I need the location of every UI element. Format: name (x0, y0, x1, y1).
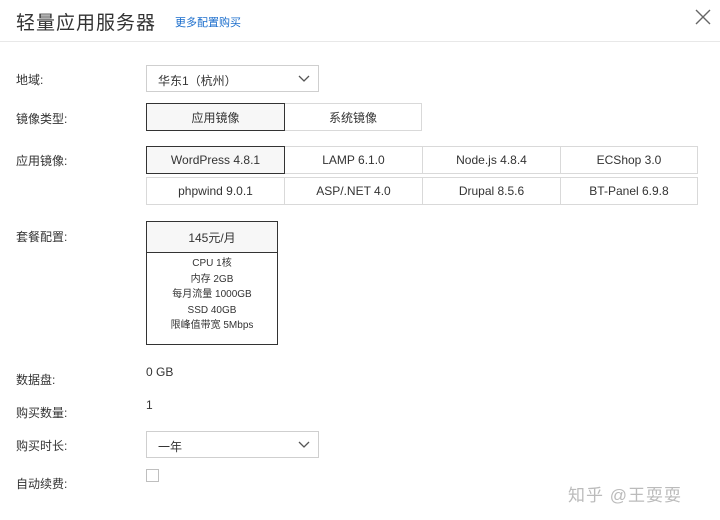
dialog-header: 轻量应用服务器 更多配置购买 (0, 0, 720, 42)
auto-renew-label: 自动续费: (16, 477, 68, 491)
package-specs: CPU 1核 内存 2GB 每月流量 1000GB SSD 40GB 限峰值带宽… (147, 253, 277, 334)
chevron-down-icon (298, 75, 310, 82)
more-config-link[interactable]: 更多配置购买 (175, 14, 241, 30)
data-disk-value: 0 GB (146, 365, 174, 379)
quantity-value: 1 (146, 398, 153, 412)
region-label: 地域: (16, 73, 44, 87)
package-label: 套餐配置: (16, 230, 68, 244)
duration-select[interactable]: 一年 (146, 431, 319, 458)
package-spec-memory: 内存 2GB (190, 273, 234, 285)
region-select-value: 华东1（杭州） (158, 74, 237, 88)
app-image-option-drupal[interactable]: Drupal 8.5.6 (422, 177, 561, 205)
auto-renew-checkbox[interactable] (146, 469, 159, 482)
app-image-option-aspnet[interactable]: ASP/.NET 4.0 (284, 177, 423, 205)
duration-select-value: 一年 (158, 440, 183, 454)
chevron-down-icon (298, 441, 310, 448)
image-type-option-system[interactable]: 系统镜像 (284, 103, 422, 131)
app-image-option-wordpress[interactable]: WordPress 4.8.1 (146, 146, 285, 174)
close-icon[interactable] (693, 7, 713, 27)
app-image-option-ecshop[interactable]: ECShop 3.0 (560, 146, 698, 174)
package-price: 145元/月 (147, 222, 277, 253)
image-type-label: 镜像类型: (16, 112, 68, 126)
data-disk-label: 数据盘: (16, 373, 56, 387)
duration-label: 购买时长: (16, 439, 68, 453)
app-image-option-phpwind[interactable]: phpwind 9.0.1 (146, 177, 285, 205)
app-image-option-nodejs[interactable]: Node.js 4.8.4 (422, 146, 561, 174)
package-spec-ssd: SSD 40GB (187, 304, 237, 316)
app-image-option-lamp[interactable]: LAMP 6.1.0 (284, 146, 423, 174)
zhihu-watermark: 知乎 @王耍耍 (568, 486, 682, 505)
package-spec-traffic: 每月流量 1000GB (172, 289, 252, 300)
package-spec-cpu: CPU 1核 (192, 258, 232, 269)
region-select[interactable]: 华东1（杭州） (146, 65, 319, 92)
image-type-option-app[interactable]: 应用镜像 (146, 103, 285, 131)
app-image-option-btpanel[interactable]: BT-Panel 6.9.8 (560, 177, 698, 205)
dialog-title: 轻量应用服务器 (16, 13, 157, 34)
app-image-label: 应用镜像: (16, 154, 68, 168)
package-spec-bandwidth: 限峰值带宽 5Mbps (170, 320, 254, 331)
package-card[interactable]: 145元/月 CPU 1核 内存 2GB 每月流量 1000GB SSD 40G… (146, 221, 278, 345)
quantity-label: 购买数量: (16, 406, 68, 420)
